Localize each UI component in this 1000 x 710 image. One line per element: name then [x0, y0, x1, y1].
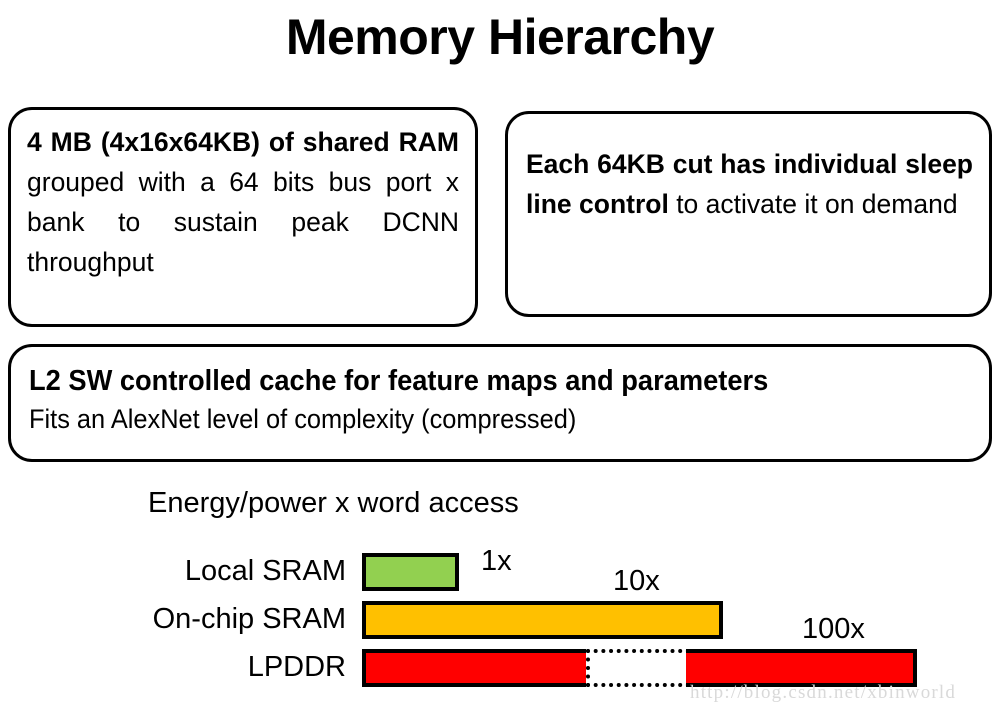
shared-ram-text: 4 MB (4x16x64KB) of shared RAM grouped w…	[27, 122, 459, 282]
shared-ram-bold-lead: 4 MB (4x16x64KB) of shared RAM	[27, 127, 459, 157]
bar-lpddr-axis-break	[586, 649, 690, 687]
bar-label-lpddr: LPDDR	[247, 651, 346, 683]
energy-bar-chart: Energy/power x word access Local SRAM On…	[0, 470, 1000, 710]
callout-shared-ram: 4 MB (4x16x64KB) of shared RAM grouped w…	[8, 107, 478, 327]
value-label-10x: 10x	[613, 565, 660, 597]
l2-cache-headline: L2 SW controlled cache for feature maps …	[29, 365, 769, 397]
bar-label-local-sram: Local SRAM	[184, 555, 346, 587]
callout-l2-cache: L2 SW controlled cache for feature maps …	[8, 344, 992, 462]
shared-ram-rest: grouped with a 64 bits bus port x bank t…	[27, 167, 459, 277]
l2-cache-subline: Fits an AlexNet level of complexity (com…	[29, 404, 577, 434]
value-label-100x: 100x	[802, 613, 865, 645]
bar-on-chip-sram	[362, 601, 723, 639]
callout-sleep-line-control: Each 64KB cut has individual sleep line …	[505, 111, 992, 317]
sleep-line-rest: to activate it on demand	[668, 189, 958, 219]
chart-title: Energy/power x word access	[148, 487, 519, 519]
page-title: Memory Hierarchy	[285, 9, 715, 65]
sleep-line-text: Each 64KB cut has individual sleep line …	[526, 144, 973, 224]
value-label-1x: 1x	[481, 545, 512, 577]
watermark: http://blog.csdn.net/xbinworld	[690, 682, 957, 703]
bar-label-on-chip-sram: On-chip SRAM	[152, 603, 346, 635]
bar-lpddr-left-segment	[362, 649, 590, 687]
bar-local-sram	[362, 553, 459, 591]
